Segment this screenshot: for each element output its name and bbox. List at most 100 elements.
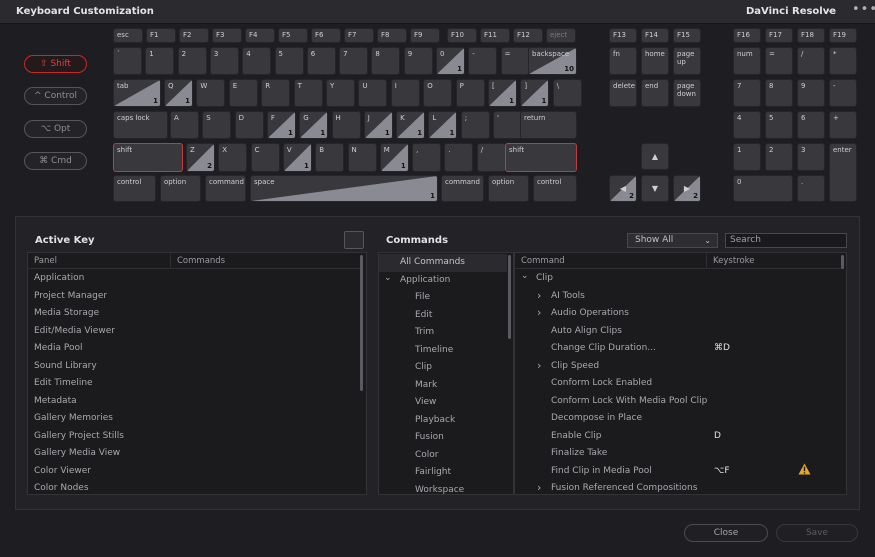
category-color[interactable]: Color [379,447,507,465]
panel-row-edit-timeline[interactable]: Edit Timeline [34,375,354,393]
key-f8[interactable]: F8 [377,28,407,43]
key-symbol[interactable]: . [797,175,825,202]
category-mark[interactable]: Mark [379,377,507,395]
category-edit[interactable]: Edit [379,307,507,325]
chevron-down-icon[interactable]: ⌄ [826,5,834,15]
key-caps-lock[interactable]: caps lock [113,111,168,139]
modifier-control-toggle[interactable]: ^ Control [24,87,87,105]
key-n[interactable]: N [347,143,377,172]
command-row-clip-speed[interactable]: › Clip Speed [515,358,840,376]
key-u[interactable]: U [358,79,388,107]
more-options-icon[interactable]: ••• [852,2,875,17]
key-f5[interactable]: F5 [278,28,308,43]
key-f2[interactable]: F2 [179,28,209,43]
key-f19[interactable]: F19 [829,28,857,43]
key-f12[interactable]: F12 [513,28,543,43]
search-input[interactable]: Search [725,233,847,248]
key-f9[interactable]: F9 [410,28,440,43]
key-f7[interactable]: F7 [344,28,374,43]
key-eject[interactable]: eject [546,28,576,43]
key-command[interactable]: command [441,175,484,202]
key-command[interactable]: command [205,175,246,202]
key-p[interactable]: P [455,79,485,107]
chevron-right-icon[interactable]: › [537,287,541,305]
key-j[interactable]: 1J [363,111,393,139]
key-s[interactable]: S [202,111,232,139]
category-clip[interactable]: Clip [379,359,507,377]
command-row-auto-align-clips[interactable]: Auto Align Clips [515,323,840,341]
modifier-cmd-toggle[interactable]: ⌘ Cmd [24,152,87,170]
key-g[interactable]: 1G [299,111,329,139]
key-7[interactable]: 7 [733,79,761,107]
key-e[interactable]: E [228,79,258,107]
key-symbol[interactable]: 2 ▶ [673,175,701,202]
key-space[interactable]: 1 space [250,175,438,202]
key-h[interactable]: H [331,111,361,139]
category-file[interactable]: File [379,289,507,307]
scrollbar[interactable] [360,255,363,391]
command-row-ai-tools[interactable]: › AI Tools [515,288,840,306]
key-v[interactable]: 1V [282,143,312,172]
key-1[interactable]: 1 [145,47,175,75]
key-symbol[interactable]: . [444,143,474,172]
key-num[interactable]: num [733,47,761,75]
key-f4[interactable]: F4 [245,28,275,43]
key-4[interactable]: 4 [733,111,761,139]
column-header-keystroke[interactable]: Keystroke [707,253,842,269]
key-0[interactable]: 10 [436,47,465,75]
key-f11[interactable]: F11 [480,28,510,43]
key-9[interactable]: 9 [403,47,433,75]
key-esc[interactable]: esc [113,28,143,43]
key-l[interactable]: 1L [428,111,458,139]
panel-row-color-nodes[interactable]: Color Nodes [34,480,354,498]
key-symbol[interactable]: ; [460,111,490,139]
key-6[interactable]: 6 [797,111,825,139]
panel-row-gallery-project-stills[interactable]: Gallery Project Stills [34,428,354,446]
category-fusion[interactable]: Fusion [379,429,507,447]
command-row-decompose-in-place[interactable]: Decompose in Place [515,410,840,428]
category-application[interactable]: ⌄ Application [379,272,507,290]
key-symbol[interactable]: \ [552,79,582,107]
scrollbar[interactable] [841,255,844,269]
key-f1[interactable]: F1 [146,28,176,43]
key-7[interactable]: 7 [339,47,369,75]
key-m[interactable]: 1M [379,143,409,172]
modifier-opt-toggle[interactable]: ⌥ Opt [24,120,87,138]
column-header-commands[interactable]: Commands [171,253,361,269]
key-f6[interactable]: F6 [311,28,341,43]
category-fairlight[interactable]: Fairlight [379,464,507,482]
panel-row-media-pool[interactable]: Media Pool [34,340,354,358]
key-symbol[interactable]: 2 ◀ [609,175,637,202]
key-b[interactable]: B [315,143,345,172]
key-8[interactable]: 8 [371,47,401,75]
category-timeline[interactable]: Timeline [379,342,507,360]
panel-row-edit-media-viewer[interactable]: Edit/Media Viewer [34,323,354,341]
chevron-down-icon[interactable]: ⌄ [521,268,529,286]
save-button[interactable]: Save [776,524,858,542]
key-backspace[interactable]: 10 backspace [528,47,577,75]
command-row-clip[interactable]: ⌄ Clip [515,270,840,288]
chevron-down-icon[interactable]: ⌄ [384,270,392,288]
key-symbol[interactable]: = [765,47,793,75]
key-shift[interactable]: shift [505,143,577,172]
key-a[interactable]: A [170,111,199,139]
scrollbar[interactable] [508,255,511,339]
key-3[interactable]: 3 [797,143,825,171]
panel-row-application[interactable]: Application [34,270,354,288]
key-f16[interactable]: F16 [733,28,761,43]
key-0[interactable]: 0 [733,175,793,202]
key-z[interactable]: 2Z [186,143,215,172]
key-symbol[interactable]: - [829,79,857,107]
key-symbol[interactable]: / [476,143,506,172]
panel-row-sound-library[interactable]: Sound Library [34,358,354,376]
key-symbol[interactable]: ▲ [641,143,669,170]
key-c[interactable]: C [250,143,280,172]
key-q[interactable]: 1Q [164,79,193,107]
key-x[interactable]: X [218,143,248,172]
command-row-fusion-referenced-compositions[interactable]: › Fusion Referenced Compositions [515,480,840,498]
key-5[interactable]: 5 [765,111,793,139]
key-home[interactable]: home [641,47,669,75]
key-8[interactable]: 8 [765,79,793,107]
key-f13[interactable]: F13 [609,28,637,43]
key-tab[interactable]: 1 tab [113,79,161,107]
